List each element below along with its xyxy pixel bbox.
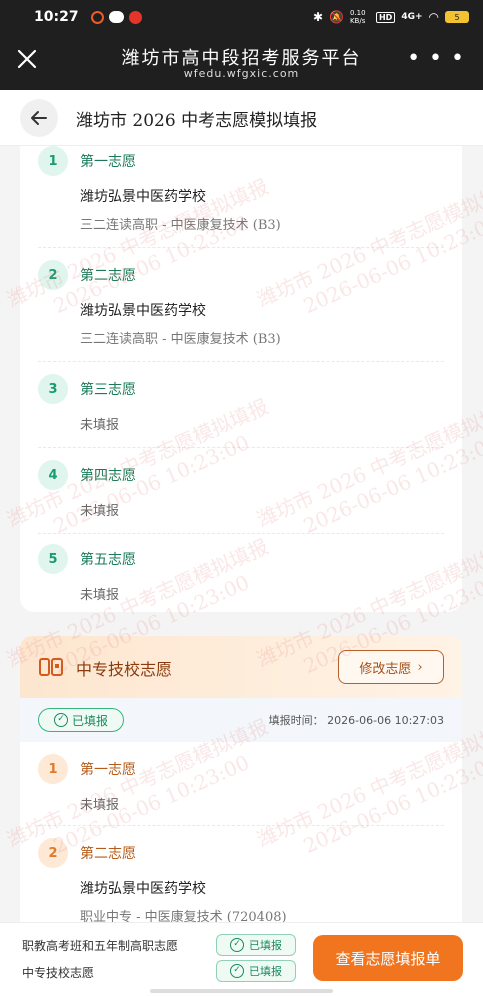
choice-label: 第一志愿 xyxy=(80,762,136,778)
filled-badge-label: 已填报 xyxy=(71,713,108,728)
arrow-left-icon xyxy=(31,111,47,125)
choice-card: 1 第一志愿 潍坊弘景中医药学校 三二连读高职 - 中医康复技术 (B3) 2 … xyxy=(20,146,462,612)
bottom-bar: 职教高考班和五年制高职志愿 ✓ 已填报 中专技校志愿 ✓ 已填报 查看志愿填报单 xyxy=(0,922,483,996)
app-bar: 潍坊市高中段招考服务平台 wfedu.wfgxic.com • • • xyxy=(0,34,483,90)
empty-text: 未填报 xyxy=(80,504,120,519)
modify-choices-button[interactable]: 修改志愿 › xyxy=(338,650,444,684)
check-icon: ✓ xyxy=(230,964,244,978)
status-time: 10:27 xyxy=(34,9,79,25)
choice-index: 1 xyxy=(38,146,68,176)
battery-icon: 5 xyxy=(445,11,469,23)
card-title: 中专技校志愿 xyxy=(76,660,173,679)
view-application-button[interactable]: 查看志愿填报单 xyxy=(313,935,463,981)
school-name: 潍坊弘景中医药学校 xyxy=(80,189,206,205)
summary-status-badge: ✓ 已填报 xyxy=(216,934,296,956)
wechat-icon xyxy=(108,11,124,23)
main-content[interactable]: 1 第一志愿 潍坊弘景中医药学校 三二连读高职 - 中医康复技术 (B3) 2 … xyxy=(0,146,483,922)
page-title: 潍坊市 2026 中考志愿模拟填报 xyxy=(76,111,318,131)
page-header: 潍坊市 2026 中考志愿模拟填报 xyxy=(0,90,483,146)
status-label: 已填报 xyxy=(249,965,282,978)
check-icon: ✓ xyxy=(53,713,68,727)
choice-row: 4 第四志愿 未填报 xyxy=(38,448,444,534)
hd-badge: HD xyxy=(375,11,396,23)
battery-level: 5 xyxy=(454,12,460,22)
choice-label: 第二志愿 xyxy=(80,846,136,862)
choice-label: 第五志愿 xyxy=(80,552,136,568)
choice-index: 2 xyxy=(38,838,68,868)
card-header: 中专技校志愿 修改志愿 › xyxy=(20,636,462,698)
app-notification-icon xyxy=(90,10,104,24)
choice-label: 第二志愿 xyxy=(80,268,136,284)
wifi-icon: ◠ xyxy=(428,10,439,24)
major-name: 三二连读高职 - 中医康复技术 (B3) xyxy=(80,332,281,347)
choice-label: 第三志愿 xyxy=(80,382,136,398)
back-button[interactable] xyxy=(20,99,58,137)
empty-text: 未填报 xyxy=(80,798,120,813)
empty-text: 未填报 xyxy=(80,588,120,603)
choice-index: 2 xyxy=(38,260,68,290)
summary-status-badge: ✓ 已填报 xyxy=(216,960,296,982)
weibo-icon xyxy=(128,10,142,24)
choice-label: 第四志愿 xyxy=(80,468,136,484)
empty-text: 未填报 xyxy=(80,418,120,433)
choice-index: 1 xyxy=(38,754,68,784)
choice-row: 3 第三志愿 未填报 xyxy=(38,362,444,448)
school-name: 潍坊弘景中医药学校 xyxy=(80,303,206,319)
choice-row: 2 第二志愿 潍坊弘景中医药学校 职业中专 - 中医康复技术 (720408) xyxy=(38,826,444,922)
bluetooth-icon: ✱ xyxy=(312,10,324,24)
choice-index: 4 xyxy=(38,460,68,490)
home-indicator[interactable] xyxy=(150,989,333,993)
major-name: 三二连读高职 - 中医康复技术 (B3) xyxy=(80,218,281,233)
summary-label: 职教高考班和五年制高职志愿 xyxy=(22,939,179,953)
filled-badge: ✓ 已填报 xyxy=(38,708,124,732)
net-speed: 0.10 KB/s xyxy=(349,9,366,25)
chevron-right-icon: › xyxy=(417,659,423,675)
major-name: 职业中专 - 中医康复技术 (720408) xyxy=(80,910,287,922)
mute-icon: 🔕 xyxy=(329,10,344,24)
choice-row: 1 第一志愿 未填报 xyxy=(38,742,444,826)
fill-time: 填报时间： 2026-06-06 10:27:03 xyxy=(268,714,444,727)
choice-index: 3 xyxy=(38,374,68,404)
summary-label: 中专技校志愿 xyxy=(22,966,95,980)
more-icon[interactable]: • • • xyxy=(407,46,465,71)
status-bar: 10:27 ✱ 🔕 0.10 KB/s HD 4G+ ◠ 5 xyxy=(0,0,483,34)
vocational-card: 中专技校志愿 修改志愿 › ✓ 已填报 填报时间： 2026-06-06 10:… xyxy=(20,636,462,922)
choice-label: 第一志愿 xyxy=(80,154,136,170)
school-icon xyxy=(38,656,64,678)
choice-index: 5 xyxy=(38,544,68,574)
choice-row: 1 第一志愿 潍坊弘景中医药学校 三二连读高职 - 中医康复技术 (B3) xyxy=(38,146,444,248)
status-row: ✓ 已填报 填报时间： 2026-06-06 10:27:03 xyxy=(20,698,462,742)
choice-row: 2 第二志愿 潍坊弘景中医药学校 三二连读高职 - 中医康复技术 (B3) xyxy=(38,248,444,362)
network-type: 4G+ xyxy=(401,12,423,22)
choice-row: 5 第五志愿 未填报 xyxy=(38,534,444,608)
check-icon: ✓ xyxy=(230,938,244,952)
modify-button-label: 修改志愿 xyxy=(359,661,412,677)
status-label: 已填报 xyxy=(249,939,282,952)
school-name: 潍坊弘景中医药学校 xyxy=(80,881,206,897)
